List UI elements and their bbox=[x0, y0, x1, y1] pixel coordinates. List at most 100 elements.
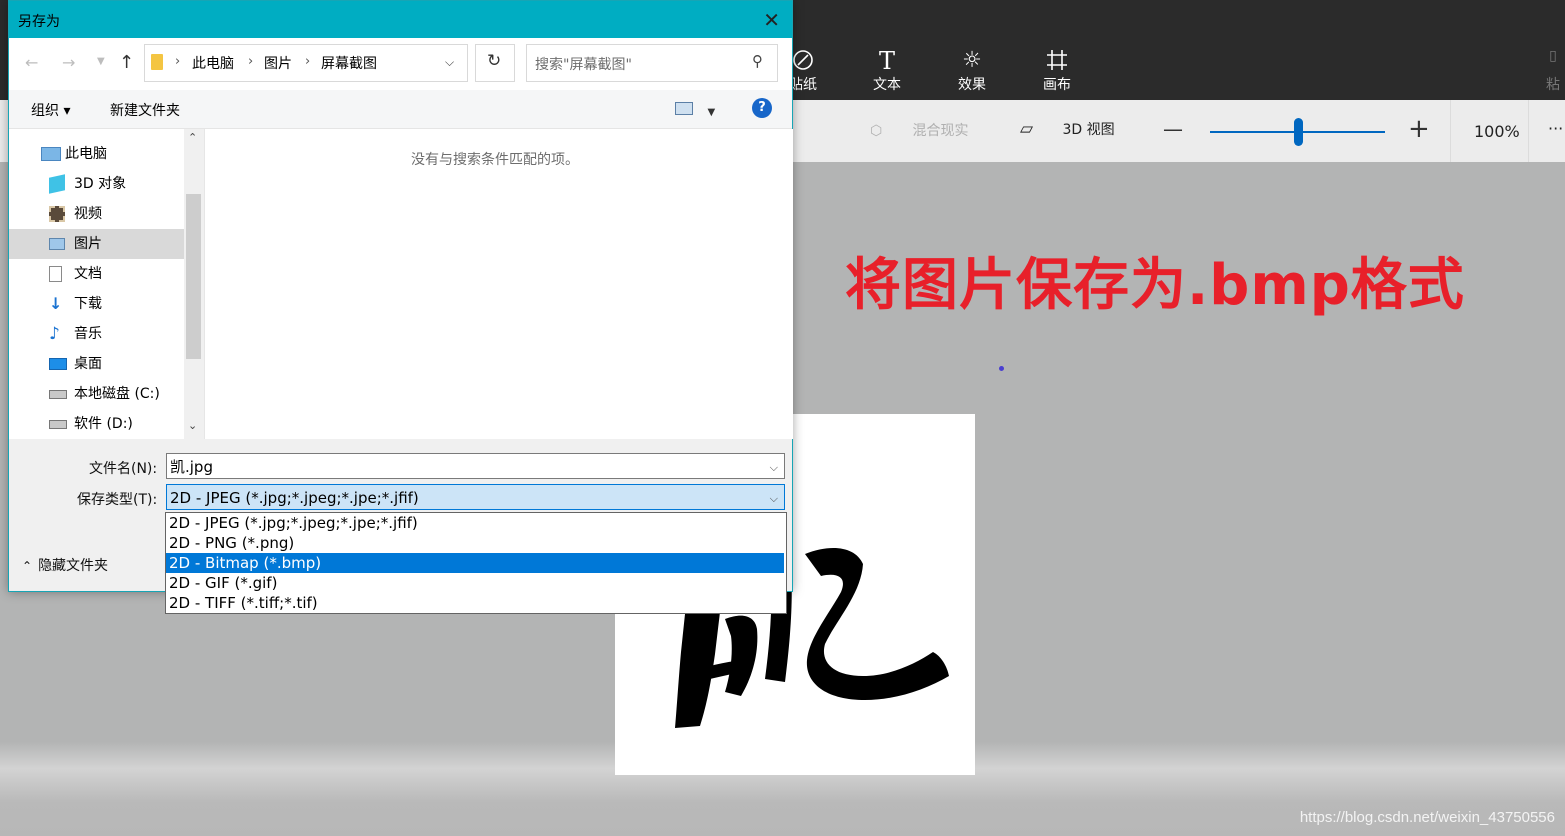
new-folder-button[interactable]: 新建文件夹 bbox=[110, 100, 180, 120]
empty-message: 没有与搜索条件匹配的项。 bbox=[411, 152, 579, 168]
text-icon: T bbox=[878, 47, 895, 75]
search-placeholder: 搜索"屏幕截图" bbox=[535, 57, 632, 73]
filetype-option-png[interactable]: 2D - PNG (*.png) bbox=[166, 533, 784, 553]
video-icon bbox=[49, 206, 65, 222]
folder-icon bbox=[151, 54, 163, 70]
navigation-pane: 此电脑 3D 对象 视频 图片 文档 ↓ 下载 ♪ 音乐 桌面 本地磁盘 (C:… bbox=[9, 129, 184, 439]
nav-item-this-pc[interactable]: 此电脑 bbox=[9, 139, 184, 169]
back-arrow-icon: ← bbox=[25, 53, 39, 72]
forward-button[interactable]: → bbox=[62, 53, 75, 72]
up-button[interactable]: ↑ bbox=[119, 52, 134, 73]
nav-item-documents[interactable]: 文档 bbox=[9, 259, 184, 289]
filetype-value: 2D - JPEG (*.jpg;*.jpeg;*.jpe;*.jfif) bbox=[170, 489, 419, 507]
forward-arrow-icon: → bbox=[62, 53, 76, 72]
watermark: https://blog.csdn.net/weixin_43750556 bbox=[1299, 809, 1555, 826]
search-icon: ⚲ bbox=[752, 52, 763, 70]
nav-item-drive-c[interactable]: 本地磁盘 (C:) bbox=[9, 379, 184, 409]
nav-item-desktop[interactable]: 桌面 bbox=[9, 349, 184, 379]
nav-item-downloads[interactable]: ↓ 下载 bbox=[9, 289, 184, 319]
chevron-down-icon[interactable]: ⌵ bbox=[770, 455, 778, 481]
filename-label: 文件名(N): bbox=[89, 461, 158, 477]
close-button[interactable]: ✕ bbox=[763, 8, 780, 32]
close-icon: ✕ bbox=[763, 8, 780, 32]
music-icon: ♪ bbox=[49, 324, 60, 344]
scroll-up-icon[interactable]: ⌃ bbox=[188, 131, 197, 144]
breadcrumb-separator-icon: › bbox=[175, 54, 181, 69]
address-dropdown-button[interactable]: ⌵ bbox=[445, 55, 454, 70]
divider bbox=[1450, 100, 1451, 162]
canvas-tool-button[interactable]: 画布 bbox=[1017, 48, 1097, 96]
address-bar[interactable]: › 此电脑 › 图片 › 屏幕截图 ⌵ bbox=[144, 44, 468, 82]
canvas-dot bbox=[999, 366, 1004, 371]
divider bbox=[1528, 100, 1529, 162]
filetype-option-gif[interactable]: 2D - GIF (*.gif) bbox=[166, 573, 784, 593]
mixed-reality-icon: ⬡ bbox=[870, 123, 883, 139]
filetype-select[interactable]: 2D - JPEG (*.jpg;*.jpeg;*.jpe;*.jfif) ⌵ bbox=[166, 484, 785, 510]
help-icon: ? bbox=[758, 100, 766, 115]
nav-item-videos[interactable]: 视频 bbox=[9, 199, 184, 229]
chevron-down-icon: ▼ bbox=[97, 56, 105, 67]
documents-icon bbox=[49, 266, 62, 282]
effects-icon: ☼ bbox=[962, 48, 982, 73]
downloads-icon: ↓ bbox=[49, 294, 63, 313]
drive-c-icon bbox=[49, 390, 67, 399]
search-box[interactable]: 搜索"屏幕截图" ⚲ bbox=[526, 44, 778, 82]
canvas-icon bbox=[1017, 48, 1097, 74]
paste-icon: ▯ bbox=[1549, 48, 1557, 64]
breadcrumb-screenshots[interactable]: 屏幕截图 bbox=[321, 53, 377, 73]
chevron-down-icon: ⌵ bbox=[769, 492, 778, 505]
organize-button[interactable]: 组织 ▾ bbox=[31, 100, 70, 120]
back-button[interactable]: ← bbox=[25, 53, 38, 72]
view-3d-icon: ▱ bbox=[1020, 119, 1034, 139]
more-button[interactable]: ··· bbox=[1548, 119, 1563, 138]
filename-input[interactable]: 凯.jpg ⌵ bbox=[166, 453, 785, 479]
breadcrumb-separator-icon: › bbox=[248, 54, 254, 69]
effects-tool-button[interactable]: ☼ 效果 bbox=[932, 48, 1012, 96]
help-button[interactable]: ? bbox=[752, 98, 772, 118]
nav-item-drive-d[interactable]: 软件 (D:) bbox=[9, 409, 184, 439]
dialog-titlebar[interactable]: 另存为 ✕ bbox=[9, 1, 792, 38]
filename-value: 凯.jpg bbox=[170, 458, 213, 476]
zoom-out-button[interactable]: — bbox=[1163, 117, 1183, 141]
view-icon bbox=[675, 102, 693, 115]
filetype-option-jpeg[interactable]: 2D - JPEG (*.jpg;*.jpeg;*.jpe;*.jfif) bbox=[166, 513, 784, 533]
view-3d-button[interactable]: ▱ 3D 视图 bbox=[1020, 119, 1115, 139]
mixed-reality-button[interactable]: ⬡ 混合现实 bbox=[870, 120, 968, 140]
refresh-button[interactable]: ↻ bbox=[475, 44, 515, 82]
chevron-up-icon: ⌃ bbox=[22, 559, 33, 573]
paste-button[interactable]: ▯ 粘 bbox=[1546, 48, 1560, 94]
chevron-down-icon: ⌵ bbox=[445, 55, 455, 69]
refresh-icon: ↻ bbox=[487, 51, 502, 71]
nav-item-music[interactable]: ♪ 音乐 bbox=[9, 319, 184, 349]
command-bar: 组织 ▾ 新建文件夹 ▼ ? bbox=[9, 90, 792, 129]
chevron-down-icon: ▼ bbox=[707, 107, 716, 118]
scroll-down-icon[interactable]: ⌄ bbox=[188, 419, 197, 432]
filetype-option-tiff[interactable]: 2D - TIFF (*.tiff;*.tif) bbox=[166, 593, 784, 613]
pictures-icon bbox=[49, 238, 65, 250]
breadcrumb-this-pc[interactable]: 此电脑 bbox=[192, 53, 234, 73]
navigation-bar: ← → ▼ ↑ › 此电脑 › 图片 › 屏幕截图 ⌵ ↻ 搜索"屏幕截图" ⚲ bbox=[9, 38, 792, 90]
zoom-in-button[interactable]: + bbox=[1408, 114, 1430, 144]
save-as-dialog: 另存为 ✕ ← → ▼ ↑ › 此电脑 › 图片 › 屏幕截图 ⌵ ↻ 搜索"屏… bbox=[8, 0, 793, 592]
dialog-title: 另存为 bbox=[18, 14, 60, 30]
breadcrumb-pictures[interactable]: 图片 bbox=[264, 53, 292, 73]
nav-scroll-thumb[interactable] bbox=[186, 194, 201, 359]
filetype-option-bitmap[interactable]: 2D - Bitmap (*.bmp) bbox=[166, 553, 784, 573]
computer-icon bbox=[41, 147, 61, 161]
recent-locations-button[interactable]: ▼ bbox=[97, 56, 105, 67]
desktop-icon bbox=[49, 358, 67, 370]
drive-d-icon bbox=[49, 420, 67, 429]
nav-item-pictures[interactable]: 图片 bbox=[9, 229, 184, 259]
hide-folders-button[interactable]: ⌃ 隐藏文件夹 bbox=[22, 555, 108, 575]
file-list[interactable]: 没有与搜索条件匹配的项。 bbox=[204, 129, 793, 439]
annotation-text: 将图片保存为.bmp格式 bbox=[845, 253, 1465, 318]
zoom-slider-thumb[interactable] bbox=[1293, 118, 1303, 146]
text-tool-button[interactable]: T 文本 bbox=[847, 48, 927, 96]
zoom-percent[interactable]: 100% bbox=[1474, 122, 1520, 141]
up-arrow-icon: ↑ bbox=[119, 52, 135, 73]
view-options-button[interactable]: ▼ bbox=[675, 102, 715, 119]
filetype-label: 保存类型(T): bbox=[77, 492, 158, 508]
breadcrumb-separator-icon: › bbox=[305, 54, 311, 69]
nav-item-3d-objects[interactable]: 3D 对象 bbox=[9, 169, 184, 199]
nav-scrollbar[interactable]: ⌃ ⌄ bbox=[184, 129, 203, 439]
